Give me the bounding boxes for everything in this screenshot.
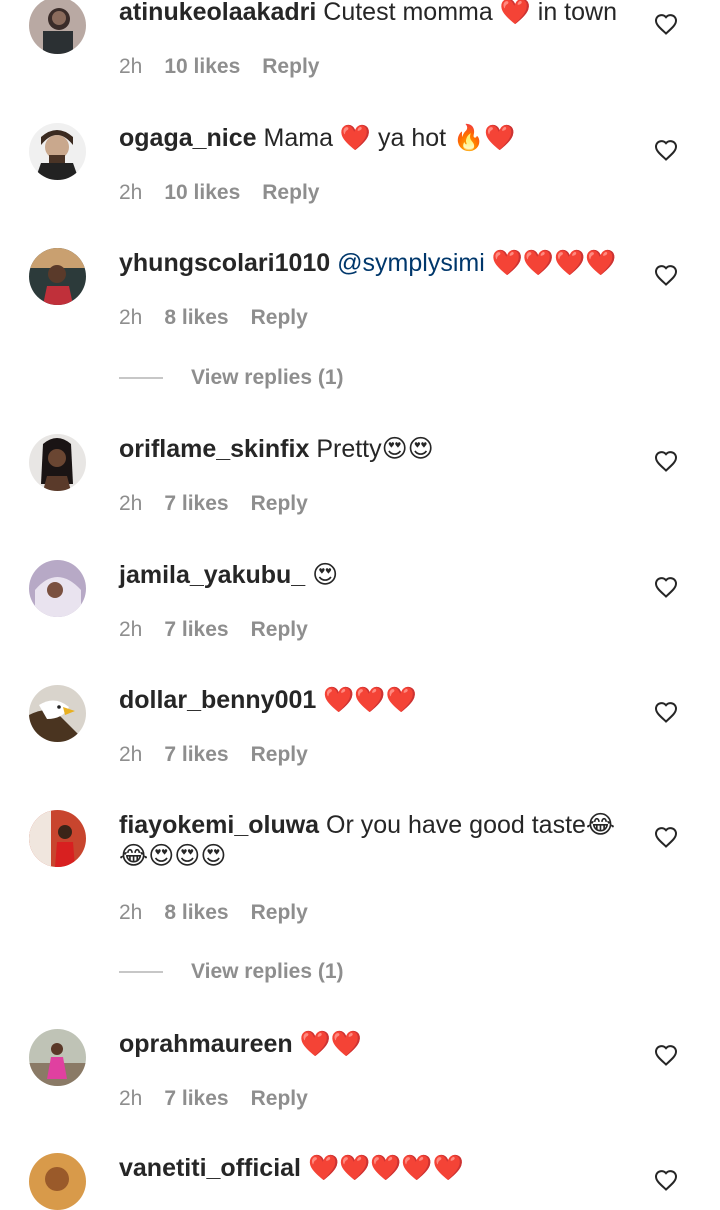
heart-outline-icon[interactable] [654,264,678,286]
comment-text: yhungscolari1010 @symplysimi ❤️❤️❤️❤️ [119,248,619,279]
view-replies-label[interactable]: View replies (1) [191,960,344,984]
username[interactable]: fiayokemi_oluwa [119,811,319,839]
comment-body: Mama ❤️ ya hot 🔥❤️ [263,124,516,152]
comment-body: ❤️❤️❤️❤️ [491,249,617,277]
comment-text: dollar_benny001 ❤️❤️❤️ [119,685,619,716]
username[interactable]: atinukeolaakadri [119,0,316,26]
timestamp: 2h [119,901,143,924]
timestamp: 2h [119,492,143,515]
likes-count[interactable]: 10 likes [164,181,240,205]
timestamp: 2h [119,743,143,766]
comment-body: ❤️❤️ [299,1030,362,1058]
likes-count[interactable]: 7 likes [164,492,228,516]
comment-body: Or you have good taste😂 [326,811,616,839]
heart-outline-icon[interactable] [654,826,678,848]
username[interactable]: oriflame_skinfix [119,435,309,463]
comment-text: oprahmaureen ❤️❤️ [119,1029,619,1060]
comment-meta: 2h 7 likes Reply [119,618,330,642]
reply-button[interactable]: Reply [251,901,308,925]
avatar[interactable] [29,810,86,867]
view-replies-button[interactable]: View replies (1) [119,366,344,390]
heart-outline-icon[interactable] [654,450,678,472]
divider-line [119,971,163,973]
likes-count[interactable]: 10 likes [164,55,240,79]
avatar[interactable] [29,1153,86,1210]
comment-text: ogaga_nice Mama ❤️ ya hot 🔥❤️ [119,123,619,154]
avatar[interactable] [29,560,86,617]
likes-count[interactable]: 7 likes [164,618,228,642]
comment-text: jamila_yakubu_ 😍 [119,560,619,591]
comment-meta: 2h 8 likes Reply [119,306,330,330]
username[interactable]: vanetiti_official [119,1154,301,1182]
comment-meta: 2h 8 likes Reply [119,901,330,925]
avatar[interactable] [29,685,86,742]
comment-body: ❤️❤️❤️❤️❤️ [307,1154,464,1182]
heart-outline-icon[interactable] [654,139,678,161]
heart-outline-icon[interactable] [654,576,678,598]
username[interactable]: dollar_benny001 [119,686,316,714]
timestamp: 2h [119,55,143,78]
comment-meta: 2h 7 likes Reply [119,492,330,516]
comment-text: fiayokemi_oluwa Or you have good taste😂 … [119,810,619,872]
comment-body: Pretty😍😍 [316,435,434,463]
reply-button[interactable]: Reply [262,181,319,205]
timestamp: 2h [119,1087,143,1110]
view-replies-button[interactable]: View replies (1) [119,960,344,984]
comment-text: vanetiti_official ❤️❤️❤️❤️❤️ [119,1153,619,1184]
reply-button[interactable]: Reply [251,743,308,767]
timestamp: 2h [119,618,143,641]
view-replies-label[interactable]: View replies (1) [191,366,344,390]
username[interactable]: yhungscolari1010 [119,249,330,277]
comment-text: oriflame_skinfix Pretty😍😍 [119,434,619,465]
comment-body: Cutest momma ❤️ in town [323,0,617,26]
avatar[interactable] [29,0,86,54]
username[interactable]: oprahmaureen [119,1030,293,1058]
comment-text: atinukeolaakadri Cutest momma ❤️ in town [119,0,619,28]
avatar[interactable] [29,123,86,180]
heart-outline-icon[interactable] [654,1169,678,1191]
likes-count[interactable]: 8 likes [164,306,228,330]
likes-count[interactable]: 7 likes [164,743,228,767]
likes-count[interactable]: 7 likes [164,1087,228,1111]
comment-meta: 2h 10 likes Reply [119,181,341,205]
heart-outline-icon[interactable] [654,1044,678,1066]
reply-button[interactable]: Reply [251,618,308,642]
reply-button[interactable]: Reply [251,1087,308,1111]
avatar[interactable] [29,1029,86,1086]
comment-meta: 2h 10 likes Reply [119,55,341,79]
comment-body: ❤️❤️❤️ [323,686,417,714]
reply-button[interactable]: Reply [251,492,308,516]
heart-outline-icon[interactable] [654,13,678,35]
likes-count[interactable]: 8 likes [164,901,228,925]
username[interactable]: jamila_yakubu_ [119,561,305,589]
timestamp: 2h [119,306,143,329]
heart-outline-icon[interactable] [654,701,678,723]
comment-body: 😍 [312,561,339,589]
comment-body-line-2: 😂😍😍😍 [119,842,227,870]
comment-meta: 2h 7 likes Reply [119,1087,330,1111]
avatar[interactable] [29,434,86,491]
avatar[interactable] [29,248,86,305]
comment-meta: 2h 7 likes Reply [119,743,330,767]
username[interactable]: ogaga_nice [119,124,257,152]
divider-line [119,377,163,379]
mention-link[interactable]: @symplysimi [337,249,485,277]
reply-button[interactable]: Reply [251,306,308,330]
timestamp: 2h [119,181,143,204]
reply-button[interactable]: Reply [262,55,319,79]
